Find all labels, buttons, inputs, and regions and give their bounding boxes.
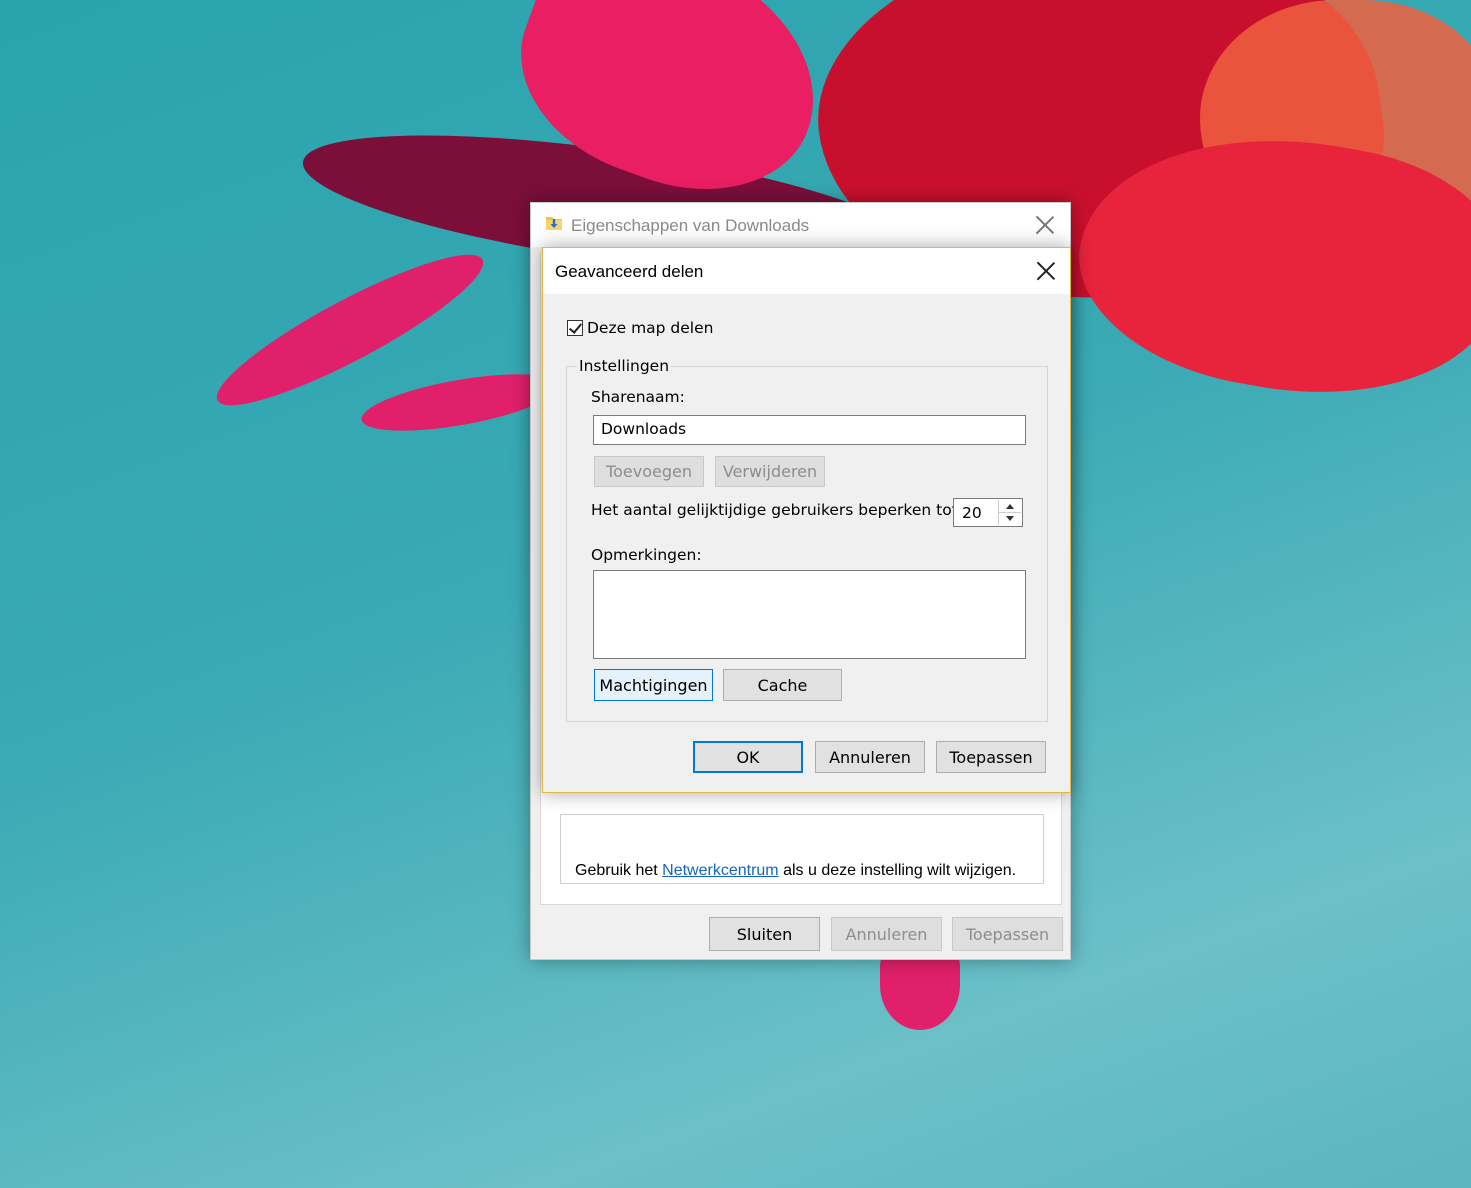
close-button[interactable]: Sluiten: [709, 917, 820, 951]
remove-share-button[interactable]: Verwijderen: [715, 456, 825, 487]
permissions-button[interactable]: Machtigingen: [594, 669, 713, 701]
advanced-sharing-title: Geavanceerd delen: [555, 262, 704, 281]
spinner-up-arrow-icon[interactable]: [999, 500, 1021, 513]
network-center-link[interactable]: Netwerkcentrum: [662, 862, 778, 879]
folder-download-icon: [545, 214, 563, 232]
properties-cancel-button[interactable]: Annuleren: [831, 917, 942, 951]
ok-button[interactable]: OK: [693, 741, 803, 773]
dialog-cancel-button[interactable]: Annuleren: [815, 741, 925, 773]
dialog-close-icon[interactable]: [1036, 261, 1056, 281]
spinner-buttons: [998, 500, 1021, 525]
share-folder-checkbox-row[interactable]: Deze map delen: [567, 319, 713, 337]
user-limit-label: Het aantal gelijktijdige gebruikers bepe…: [591, 501, 963, 519]
properties-titlebar[interactable]: Eigenschappen van Downloads: [531, 203, 1070, 247]
properties-close-icon[interactable]: [1035, 215, 1055, 235]
spinner-down-arrow-icon[interactable]: [999, 513, 1021, 525]
network-info-text: Gebruik het Netwerkcentrum als u deze in…: [575, 862, 1016, 880]
share-folder-label[interactable]: Deze map delen: [587, 319, 713, 337]
share-name-input[interactable]: Downloads: [593, 415, 1026, 445]
add-share-button[interactable]: Toevoegen: [594, 456, 704, 487]
advanced-sharing-dialog: Geavanceerd delen Deze map delen Instell…: [542, 247, 1071, 793]
user-limit-spinner[interactable]: 20: [953, 498, 1023, 527]
dialog-apply-button[interactable]: Toepassen: [936, 741, 1046, 773]
share-name-label: Sharenaam:: [591, 388, 685, 406]
properties-title: Eigenschappen van Downloads: [571, 216, 810, 235]
advanced-sharing-titlebar[interactable]: Geavanceerd delen: [543, 248, 1070, 294]
properties-apply-button[interactable]: Toepassen: [952, 917, 1063, 951]
network-text-before: Gebruik het: [575, 862, 663, 879]
share-folder-checkbox[interactable]: [567, 320, 583, 336]
network-text-after: als u deze instelling wilt wijzigen.: [778, 862, 1017, 879]
comments-textarea[interactable]: [593, 570, 1026, 659]
comments-label: Opmerkingen:: [591, 546, 702, 564]
user-limit-value[interactable]: 20: [962, 504, 982, 522]
cache-button[interactable]: Cache: [723, 669, 842, 701]
settings-group-label: Instellingen: [577, 357, 672, 375]
